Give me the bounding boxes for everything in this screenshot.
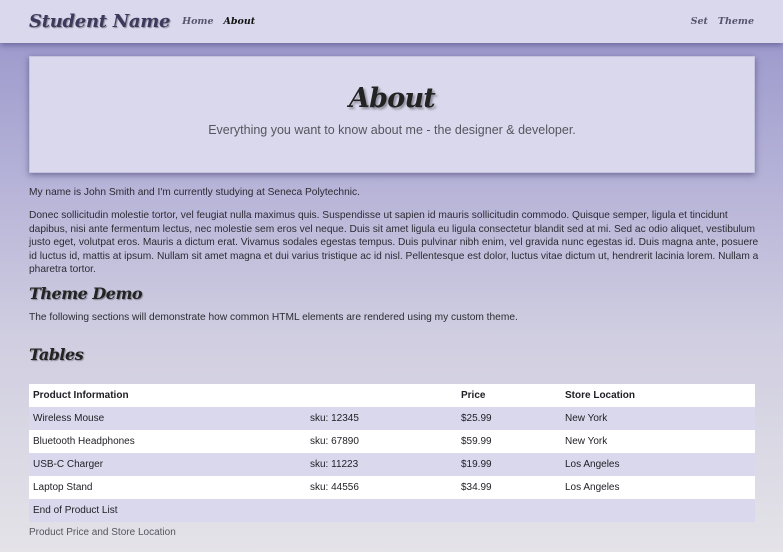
cell-sku: sku: 67890 bbox=[310, 436, 359, 447]
brand-link[interactable]: Student Name bbox=[29, 11, 170, 32]
navbar: Student Name Home About Set Theme bbox=[0, 0, 783, 43]
theme-demo-description: The following sections will demonstrate … bbox=[29, 312, 518, 323]
table-caption: Product Price and Store Location bbox=[29, 527, 176, 538]
nav-home-link[interactable]: Home bbox=[182, 16, 213, 27]
products-table: Product Information Price Store Location… bbox=[29, 384, 755, 522]
page-lead: Everything you want to know about me - t… bbox=[208, 123, 576, 137]
about-paragraph: Donec sollicitudin molestie tortor, vel … bbox=[29, 210, 759, 276]
nav-right: Set Theme bbox=[691, 16, 754, 27]
cell-product: USB-C Charger bbox=[33, 459, 104, 470]
cell-location: New York bbox=[565, 436, 608, 447]
table-footer-row: End of Product List bbox=[29, 499, 755, 522]
header-sku bbox=[306, 384, 457, 407]
intro-text: My name is John Smith and I'm currently … bbox=[29, 187, 360, 198]
tables-heading: Tables bbox=[29, 345, 84, 364]
table-row: USB-C Charger sku: 11223 $19.99 Los Ange… bbox=[29, 453, 755, 476]
cell-sku: sku: 11223 bbox=[310, 459, 359, 470]
table-row: Laptop Stand sku: 44556 $34.99 Los Angel… bbox=[29, 476, 755, 499]
cell-sku: sku: 12345 bbox=[310, 413, 359, 424]
cell-product: Bluetooth Headphones bbox=[33, 436, 135, 447]
cell-product: Laptop Stand bbox=[33, 482, 93, 493]
nav-links: Home About bbox=[182, 16, 255, 27]
nav-about-link[interactable]: About bbox=[224, 16, 256, 27]
cell-price: $34.99 bbox=[461, 482, 492, 493]
header-product-info: Product Information bbox=[33, 390, 129, 401]
cell-location: New York bbox=[565, 413, 608, 424]
cell-price: $59.99 bbox=[461, 436, 492, 447]
cell-price: $25.99 bbox=[461, 413, 492, 424]
table-row: Bluetooth Headphones sku: 67890 $59.99 N… bbox=[29, 430, 755, 453]
cell-product: Wireless Mouse bbox=[33, 413, 105, 424]
cell-price: $19.99 bbox=[461, 459, 492, 470]
cell-sku: sku: 44556 bbox=[310, 482, 359, 493]
table-footer: End of Product List bbox=[33, 505, 118, 516]
table-header-row: Product Information Price Store Location bbox=[29, 384, 755, 407]
theme-demo-heading: Theme Demo bbox=[29, 284, 143, 303]
header-price: Price bbox=[461, 390, 486, 401]
jumbotron: About Everything you want to know about … bbox=[29, 56, 755, 173]
cell-location: Los Angeles bbox=[565, 459, 620, 470]
nav-set-link[interactable]: Set bbox=[691, 16, 708, 27]
cell-location: Los Angeles bbox=[565, 482, 620, 493]
header-store-location: Store Location bbox=[565, 390, 636, 401]
page-title: About bbox=[349, 83, 436, 114]
nav-theme-link[interactable]: Theme bbox=[718, 16, 754, 27]
table-row: Wireless Mouse sku: 12345 $25.99 New Yor… bbox=[29, 407, 755, 430]
